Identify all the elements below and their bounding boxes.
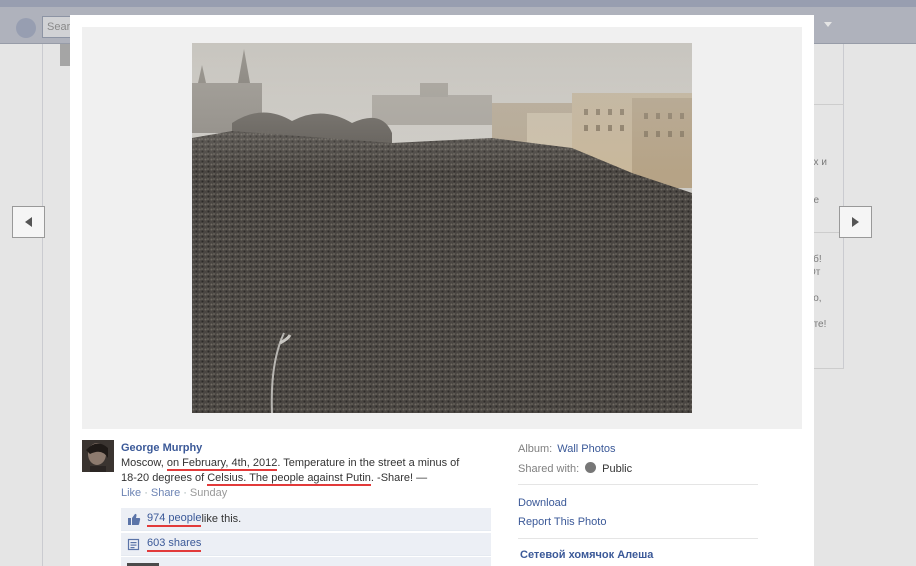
like-link[interactable]: Like bbox=[121, 487, 141, 499]
download-link[interactable]: Download bbox=[518, 497, 567, 509]
report-photo-link[interactable]: Report This Photo bbox=[518, 516, 606, 528]
crowd-photo[interactable] bbox=[192, 43, 692, 413]
globe-icon bbox=[585, 462, 597, 473]
album-owner-link[interactable]: Сетевой хомячок Алеша bbox=[520, 549, 653, 561]
album-link[interactable]: Wall Photos bbox=[557, 443, 615, 455]
album-label: Album: bbox=[518, 443, 553, 455]
next-photo-button[interactable] bbox=[839, 206, 872, 238]
timestamp[interactable]: Sunday bbox=[190, 487, 227, 499]
divider bbox=[518, 538, 758, 539]
caption-highlight: Celsius. The people against Putin bbox=[207, 472, 371, 486]
owner-avatar[interactable] bbox=[82, 440, 114, 472]
separator-dot: · bbox=[183, 487, 187, 499]
owner-name-link[interactable]: George Murphy bbox=[121, 442, 202, 454]
comment-row bbox=[121, 557, 491, 566]
likes-suffix: like this. bbox=[201, 513, 242, 525]
album-meta: Album: Wall Photos bbox=[518, 443, 616, 455]
photo-caption: Moscow, on February, 4th, 2012. Temperat… bbox=[121, 456, 477, 486]
previous-photo-button[interactable] bbox=[12, 206, 45, 238]
triangle-right-icon bbox=[852, 217, 859, 227]
shares-row: 603 shares bbox=[121, 533, 491, 556]
likes-count-link[interactable]: 974 people bbox=[147, 512, 202, 527]
photo-stage bbox=[82, 27, 802, 429]
likes-row: 974 people like this. bbox=[121, 508, 491, 531]
caption-text: . -Share! — bbox=[370, 472, 428, 484]
share-sheet-icon bbox=[127, 538, 140, 550]
audience-value[interactable]: Public bbox=[602, 463, 632, 475]
caption-date: on February, 4th, 2012 bbox=[166, 457, 278, 471]
crowd-photo-image bbox=[192, 43, 692, 413]
thumbs-up-icon bbox=[128, 513, 141, 525]
divider bbox=[518, 484, 758, 485]
photo-actions: Like · Share · Sunday bbox=[121, 487, 227, 499]
audience-meta: Shared with: Public bbox=[518, 462, 632, 475]
share-link[interactable]: Share bbox=[151, 487, 180, 499]
shared-with-label: Shared with: bbox=[518, 463, 580, 475]
triangle-left-icon bbox=[25, 217, 32, 227]
caption-text: Moscow, bbox=[121, 457, 167, 469]
photo-viewer: George Murphy Moscow, on February, 4th, … bbox=[70, 15, 814, 566]
owner-avatar-image bbox=[82, 440, 114, 472]
shares-count-link[interactable]: 603 shares bbox=[147, 537, 202, 552]
separator-dot: · bbox=[144, 487, 148, 499]
